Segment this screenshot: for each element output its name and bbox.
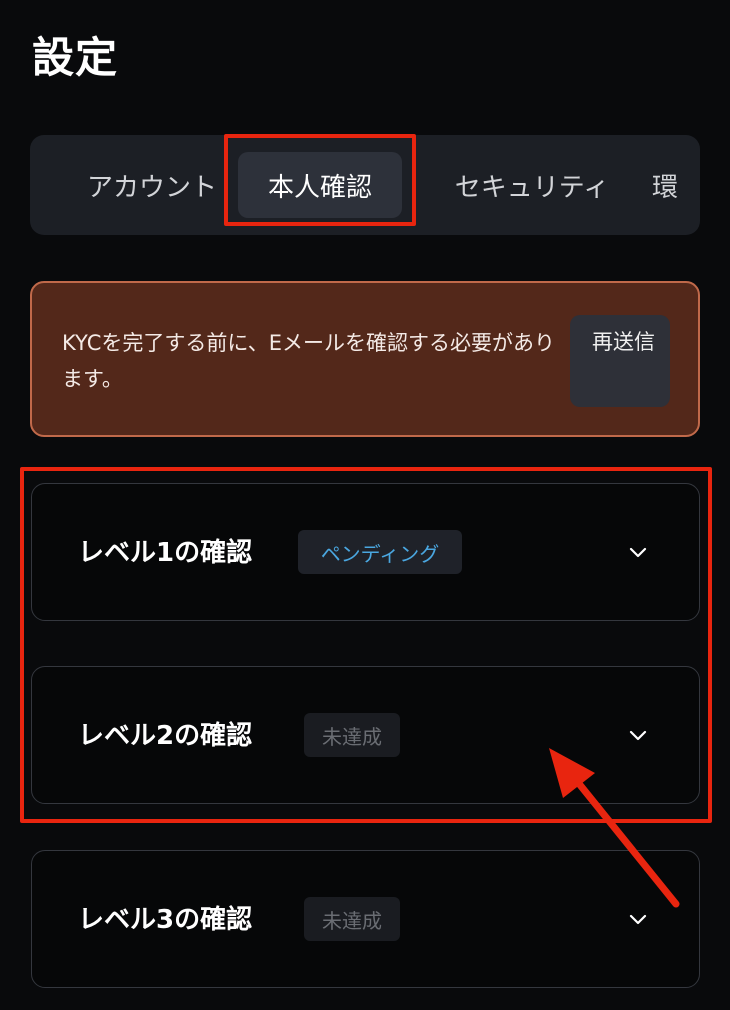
tab-environment[interactable]: 環	[652, 145, 700, 225]
level-1-accordion[interactable]: レベル1の確認 ペンディング	[31, 483, 700, 621]
page-title: 設定	[32, 33, 119, 82]
tab-identity-verification[interactable]: 本人確認	[238, 152, 402, 218]
resend-button[interactable]: 再送信	[570, 315, 670, 407]
level-title: レベル3の確認	[78, 905, 253, 935]
email-verification-alert: KYCを完了する前に、Eメールを確認する必要があります。 再送信	[30, 281, 700, 437]
settings-page: 設定 アカウント 本人確認 セキュリティ 環 KYCを完了する前に、Eメールを確…	[0, 0, 730, 1010]
tab-security[interactable]: セキュリティ	[422, 145, 642, 225]
level-2-accordion[interactable]: レベル2の確認 未達成	[31, 666, 700, 804]
status-badge: 未達成	[304, 897, 400, 941]
alert-message: KYCを完了する前に、Eメールを確認する必要があります。	[62, 331, 556, 391]
status-badge: 未達成	[304, 713, 400, 757]
level-3-accordion[interactable]: レベル3の確認 未達成	[31, 850, 700, 988]
status-badge: ペンディング	[298, 530, 462, 574]
settings-tabs: アカウント 本人確認 セキュリティ 環	[30, 135, 700, 235]
tab-account[interactable]: アカウント	[54, 145, 250, 225]
level-title: レベル1の確認	[78, 538, 253, 568]
level-title: レベル2の確認	[78, 721, 253, 751]
chevron-down-icon[interactable]	[626, 540, 650, 564]
chevron-down-icon[interactable]	[626, 907, 650, 931]
chevron-down-icon[interactable]	[626, 723, 650, 747]
